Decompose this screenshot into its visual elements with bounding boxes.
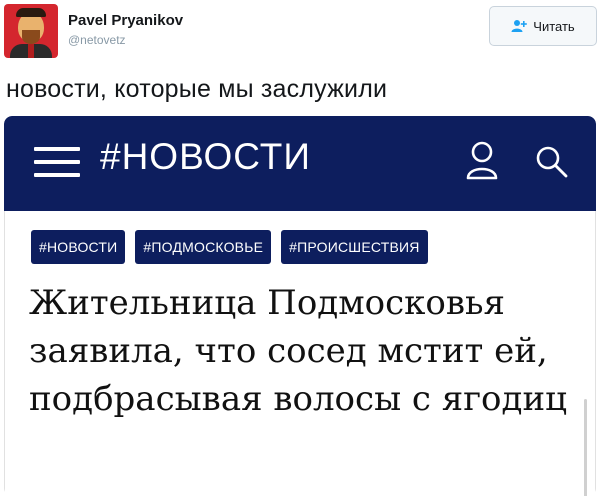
hamburger-menu-icon[interactable]: [34, 143, 80, 181]
site-logo[interactable]: #НОВОСТИ: [100, 136, 311, 178]
search-icon[interactable]: [534, 144, 568, 178]
article-content: #НОВОСТИ #ПОДМОСКОВЬЕ #ПРОИСШЕСТВИЯ Жите…: [4, 211, 596, 496]
follow-button[interactable]: Читать: [489, 6, 597, 46]
tweet-header: Pavel Pryanikov @netovetz Читать: [0, 0, 600, 64]
user-icon[interactable]: [465, 140, 499, 180]
site-header: #НОВОСТИ: [4, 116, 596, 211]
article-headline[interactable]: Жительница Подмосковья заявила, что сосе…: [29, 279, 581, 423]
author-handle[interactable]: @netovetz: [68, 33, 126, 47]
tag-incidents[interactable]: #ПРОИСШЕСТВИЯ: [281, 230, 428, 264]
follow-label: Читать: [533, 18, 575, 34]
author-name[interactable]: Pavel Pryanikov: [68, 12, 183, 29]
person-add-icon: [511, 19, 528, 33]
tag-region[interactable]: #ПОДМОСКОВЬЕ: [135, 230, 272, 264]
author-avatar[interactable]: [4, 4, 58, 58]
embedded-screenshot[interactable]: #НОВОСТИ #НОВОСТИ #ПОДМОСКОВЬЕ #ПРОИСШЕС…: [4, 116, 596, 496]
tag-news[interactable]: #НОВОСТИ: [31, 230, 126, 264]
tag-list: #НОВОСТИ #ПОДМОСКОВЬЕ #ПРОИСШЕСТВИЯ: [31, 230, 428, 264]
tweet-text: новости, которые мы заслужили: [6, 75, 388, 103]
scrollbar[interactable]: [584, 399, 587, 496]
